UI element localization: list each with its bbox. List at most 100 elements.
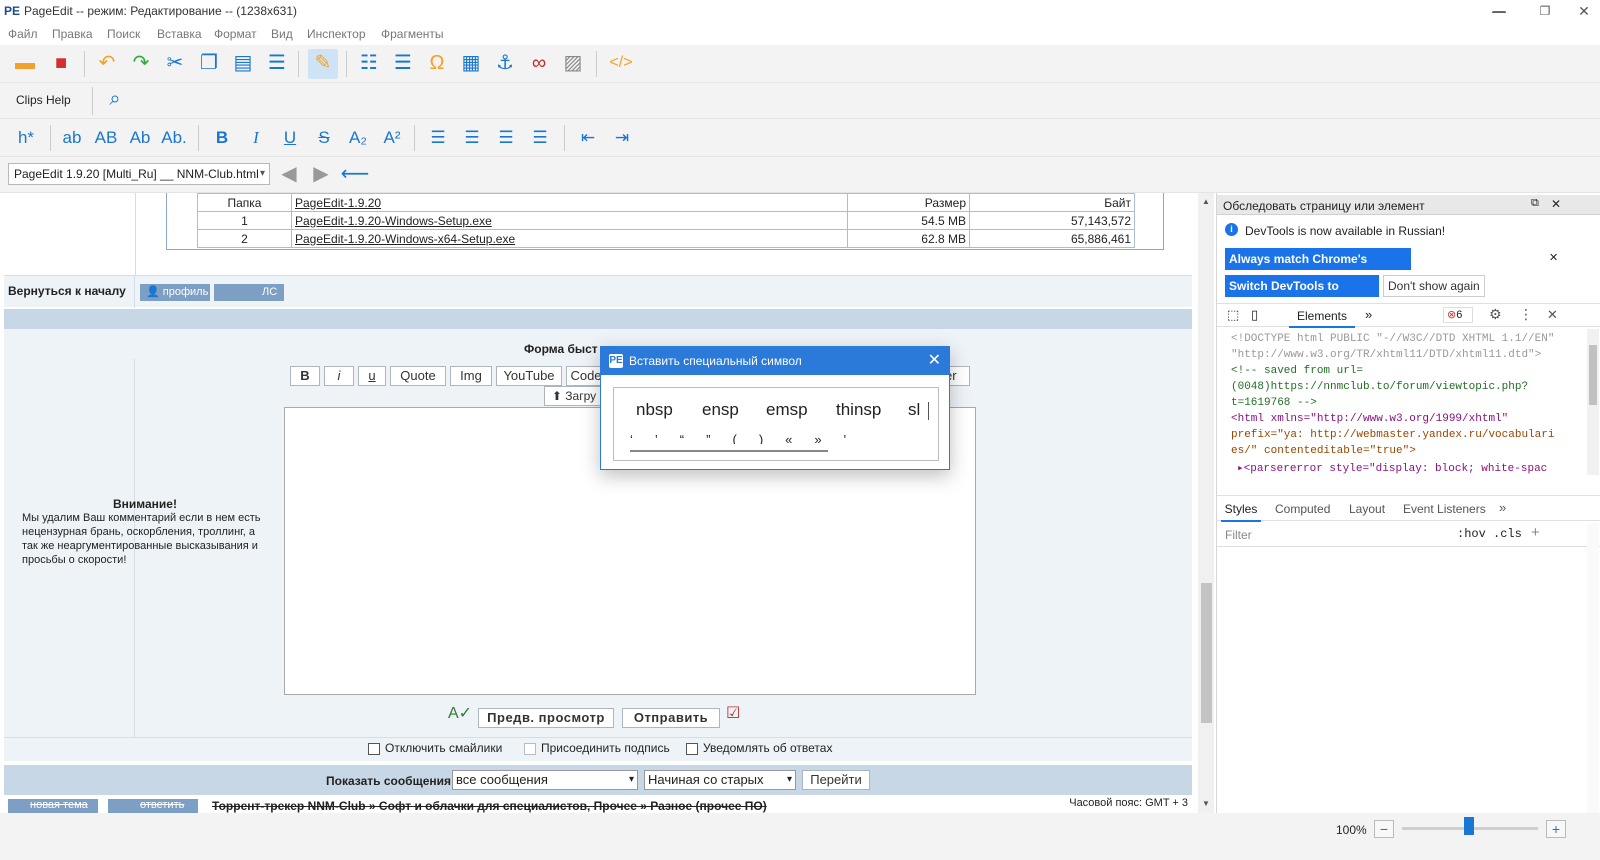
menu-fragments[interactable]: Фрагменты <box>381 27 444 41</box>
undo-icon[interactable]: ↶ <box>92 49 122 79</box>
device-toggle-icon[interactable]: ▯ <box>1251 307 1258 323</box>
inspect-cursor-icon[interactable]: ⬚ <box>1227 307 1239 323</box>
table-cell[interactable]: PageEdit-1.9.20-Windows-x64-Setup.exe <box>291 229 848 248</box>
zoom-slider-thumb[interactable] <box>1464 817 1474 835</box>
select-all-icon[interactable]: ☰ <box>262 49 292 79</box>
symbol-apos[interactable]: ' <box>844 432 868 444</box>
match-language-button[interactable]: Always match Chrome's language <box>1225 248 1411 288</box>
kebab-menu-icon[interactable]: ⋮ <box>1519 306 1533 323</box>
titlecase-button[interactable]: Ab <box>124 125 156 151</box>
symbol-lparen[interactable]: ( <box>732 432 758 444</box>
underline-button[interactable]: U <box>274 125 306 151</box>
table-cell[interactable]: PageEdit-1.9.20-Windows-Setup.exe <box>291 211 848 230</box>
symbol-thinsp[interactable]: thinsp <box>836 400 881 420</box>
paste-icon[interactable]: ▤ <box>228 49 258 79</box>
close-window-button[interactable]: ✕ <box>1568 0 1600 24</box>
symbol-rparen[interactable]: ) <box>759 432 785 444</box>
symbol-rsquo[interactable]: ’ <box>655 432 680 444</box>
more-style-tabs[interactable]: » <box>1499 500 1506 515</box>
image-icon[interactable]: ▨ <box>558 49 588 79</box>
anchor-icon[interactable]: ⚓ <box>490 49 520 79</box>
spellcheck-icon[interactable]: A✓ <box>448 703 472 723</box>
close-devtools-icon[interactable]: ✕ <box>1547 307 1558 323</box>
tab-elements[interactable]: Elements <box>1289 304 1355 328</box>
gear-icon[interactable]: ⚙ <box>1489 306 1502 323</box>
scroll-down-icon[interactable]: ▼ <box>1202 799 1210 808</box>
new-topic-button[interactable]: новая тема <box>8 799 98 813</box>
zoom-in-button[interactable]: + <box>1546 820 1566 838</box>
symbol-nbsp[interactable]: nbsp <box>636 400 673 420</box>
maximize-button[interactable]: ❐ <box>1522 0 1568 24</box>
zoom-out-button[interactable]: − <box>1374 820 1394 838</box>
code-view-icon[interactable]: </> <box>606 49 636 79</box>
img-tag-button[interactable]: Img <box>450 366 492 386</box>
subscript-button[interactable]: A₂ <box>342 125 374 151</box>
message-filter-select[interactable]: все сообщения ▾ <box>452 770 638 790</box>
undock-icon[interactable]: ⧉ <box>1531 197 1539 210</box>
styles-scrollbar[interactable] <box>1587 523 1599 813</box>
checklist-icon[interactable]: ☑ <box>726 703 740 723</box>
profile-button[interactable]: 👤 профиль <box>140 284 210 301</box>
copy-icon[interactable]: ❐ <box>194 49 224 79</box>
table-cell[interactable]: PageEdit-1.9.20 <box>291 193 848 212</box>
menu-inspector[interactable]: Инспектор <box>307 27 366 41</box>
youtube-tag-button[interactable]: YouTube <box>496 366 562 386</box>
menu-view[interactable]: Вид <box>271 27 293 41</box>
error-badge[interactable]: ⊗6 <box>1443 307 1473 323</box>
breadcrumb[interactable]: Торрент-трекер NNM-Club » Софт и облачки… <box>212 799 767 813</box>
hover-toggle[interactable]: :hov <box>1457 527 1486 541</box>
horizontal-scrollbar[interactable] <box>630 450 828 452</box>
minimize-button-2[interactable]: — <box>1476 0 1522 24</box>
italic-tag-button[interactable]: i <box>324 366 354 386</box>
forward-arrow-icon[interactable]: ▶ <box>306 160 336 190</box>
tab-styles[interactable]: Styles <box>1221 496 1261 522</box>
editor-scrollbar[interactable]: ▲ ▼ <box>1198 193 1214 813</box>
punctuation-row[interactable]: ‘’“”()«»' <box>630 432 920 444</box>
table-icon[interactable]: ▦ <box>456 49 486 79</box>
save-icon[interactable]: ■ <box>46 49 76 79</box>
tab-event-listeners[interactable]: Event Listeners <box>1403 502 1486 516</box>
menu-format[interactable]: Формат <box>214 27 257 41</box>
pm-button[interactable]: ЛС <box>214 284 284 301</box>
editor-content[interactable]: Папка PageEdit-1.9.20 Размер Байт 1 Page… <box>0 193 1198 813</box>
omega-symbol-icon[interactable]: Ω <box>422 49 452 79</box>
menu-file[interactable]: Файл <box>8 27 38 41</box>
menu-edit[interactable]: Правка <box>52 27 93 41</box>
symbol-ensp[interactable]: ensp <box>702 400 739 420</box>
send-button[interactable]: Отправить <box>622 708 720 728</box>
return-arrow-icon[interactable]: ⟵ <box>340 160 370 190</box>
class-toggle[interactable]: .cls <box>1493 527 1522 541</box>
dom-tree[interactable]: <!DOCTYPE html PUBLIC "-//W3C//DTD XHTML… <box>1217 329 1585 475</box>
redo-icon[interactable]: ↷ <box>126 49 156 79</box>
link-icon[interactable]: ∞ <box>524 49 554 79</box>
upload-button[interactable]: ⬆ Загру <box>544 386 604 406</box>
symbol-emsp[interactable]: emsp <box>766 400 808 420</box>
attach-signature-checkbox[interactable] <box>524 743 536 755</box>
menu-search[interactable]: Поиск <box>107 27 140 41</box>
menu-insert[interactable]: Вставка <box>157 27 202 41</box>
clips-help-label[interactable]: Clips Help <box>16 93 71 107</box>
close-icon[interactable]: ✕ <box>928 347 941 375</box>
bold-tag-button[interactable]: B <box>290 366 320 386</box>
edit-pencil-icon[interactable]: ✎ <box>308 49 338 79</box>
strikethrough-button[interactable]: S <box>308 125 340 151</box>
numbered-list-icon[interactable]: ☰ <box>388 49 418 79</box>
scroll-up-icon[interactable]: ▲ <box>1202 197 1210 206</box>
add-rule-button[interactable]: + <box>1531 524 1540 541</box>
superscript-button[interactable]: A² <box>376 125 408 151</box>
back-arrow-icon[interactable]: ◀ <box>274 160 304 190</box>
go-button[interactable]: Перейти <box>802 770 870 790</box>
align-left-icon[interactable]: ☰ <box>422 125 454 151</box>
symbol-ldquo[interactable]: “ <box>680 432 706 444</box>
preview-button[interactable]: Предв. просмотр <box>478 708 614 728</box>
file-path-select[interactable]: PageEdit 1.9.20 [Multi_Ru] __ NNM-Club.h… <box>8 163 270 185</box>
disable-smilies-checkbox[interactable] <box>368 743 380 755</box>
quote-tag-button[interactable]: Quote <box>390 366 446 386</box>
search-icon[interactable]: ⌕ <box>100 85 130 115</box>
uppercase-button[interactable]: AB <box>90 125 122 151</box>
bullet-list-icon[interactable]: ☷ <box>354 49 384 79</box>
more-tabs-button[interactable]: » <box>1365 307 1372 322</box>
underline-tag-button[interactable]: u <box>358 366 386 386</box>
symbol-sl[interactable]: sl <box>908 400 920 420</box>
align-right-icon[interactable]: ☰ <box>490 125 522 151</box>
